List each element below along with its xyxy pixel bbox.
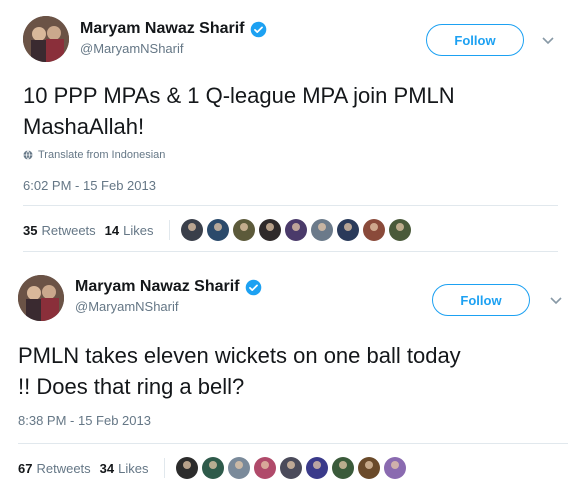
author-name[interactable]: Maryam Nawaz Sharif xyxy=(75,278,240,296)
liker-avatar[interactable] xyxy=(305,457,328,479)
retweet-count-label: Retweets xyxy=(36,460,91,476)
tweet: Maryam Nawaz Sharif @MaryamNSharif Follo… xyxy=(0,0,579,479)
author-avatar[interactable] xyxy=(18,275,64,321)
divider xyxy=(18,443,568,444)
liker-avatar[interactable] xyxy=(253,457,276,479)
liker-avatar[interactable] xyxy=(331,457,354,479)
verified-badge-icon xyxy=(245,279,261,295)
retweet-count[interactable]: 67 Retweets xyxy=(18,461,91,476)
liker-avatar[interactable] xyxy=(383,457,406,479)
author-info: Maryam Nawaz Sharif @MaryamNSharif xyxy=(75,278,262,314)
like-count[interactable]: 34 Likes xyxy=(100,461,149,476)
divider xyxy=(23,251,558,252)
stats-separator xyxy=(163,458,165,478)
liker-avatar[interactable] xyxy=(279,457,302,479)
liker-avatar[interactable] xyxy=(227,457,250,479)
tweet-stats: 67 Retweets 34 Likes xyxy=(18,457,410,479)
like-count-label: Likes xyxy=(118,460,149,476)
tweet-text: PMLN takes eleven wickets on one ball to… xyxy=(18,343,461,399)
chevron-down-icon[interactable] xyxy=(549,296,563,306)
like-count-value: 34 xyxy=(99,460,115,476)
liker-avatar[interactable] xyxy=(357,457,380,479)
liker-avatars xyxy=(175,457,410,479)
liker-avatar[interactable] xyxy=(175,457,198,479)
follow-button[interactable]: Follow xyxy=(432,284,530,316)
liker-avatar[interactable] xyxy=(201,457,224,479)
author-handle[interactable]: @MaryamNSharif xyxy=(75,299,262,314)
retweet-count-value: 67 xyxy=(18,460,33,476)
tweet-timestamp[interactable]: 8:38 PM - 15 Feb 2013 xyxy=(18,413,151,428)
